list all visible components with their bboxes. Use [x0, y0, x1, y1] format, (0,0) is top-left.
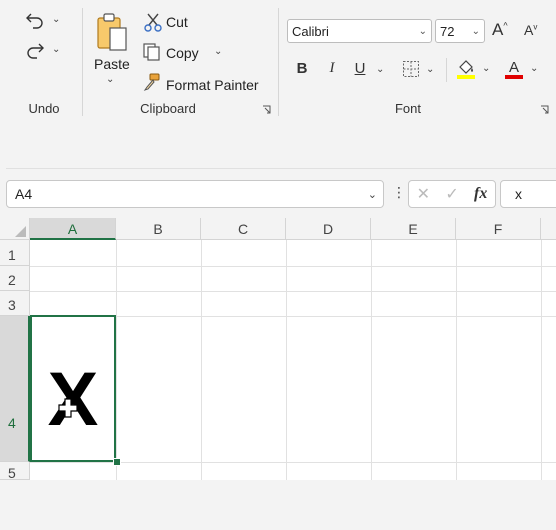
format-painter-button[interactable]: Format Painter	[142, 72, 266, 94]
cut-button[interactable]: Cut	[144, 12, 204, 34]
chevron-down-icon: ⌄	[52, 44, 61, 55]
select-all-icon	[15, 226, 26, 237]
gridline	[201, 240, 202, 480]
font-group-label: Font	[394, 101, 421, 116]
borders-button[interactable]: ⌄	[402, 60, 438, 80]
column-header-b[interactable]: B	[116, 218, 201, 240]
row-header-3[interactable]: 3	[0, 291, 30, 316]
underline-button[interactable]: U	[350, 60, 370, 77]
row-header-4[interactable]: 4	[0, 316, 30, 462]
gridline	[286, 240, 287, 480]
clipboard-group-label: Clipboard	[140, 101, 196, 116]
name-box[interactable]: A4 ⌄	[6, 180, 384, 208]
font-size-dropdown[interactable]: 72 ⌄	[435, 19, 485, 43]
increase-font-size-button[interactable]: A^	[492, 20, 514, 42]
cancel-icon[interactable]: ✕	[417, 184, 430, 204]
column-header-a[interactable]: A	[30, 218, 116, 240]
gridline	[30, 291, 556, 292]
row-header-1[interactable]: 1	[0, 240, 30, 266]
cell-select-cursor-icon	[58, 398, 78, 418]
cut-label: Cut	[166, 14, 188, 30]
paste-label: Paste	[94, 56, 130, 72]
paste-button[interactable]: Paste ⌄	[90, 8, 134, 92]
selected-cell-a4[interactable]	[30, 315, 116, 462]
chevron-down-icon[interactable]: ⌄	[376, 64, 384, 75]
font-size-value: 72	[440, 23, 455, 39]
chevron-down-icon: ⌄	[482, 63, 491, 74]
select-all-corner[interactable]	[0, 218, 30, 240]
name-box-value: A4	[15, 186, 33, 202]
enter-icon[interactable]: ✓	[445, 184, 458, 204]
row-header-5[interactable]: 5	[0, 462, 30, 481]
gridline	[541, 240, 542, 480]
scissors-icon	[144, 13, 162, 32]
fill-bucket-icon	[457, 60, 475, 79]
fill-handle[interactable]	[113, 458, 121, 466]
undo-icon	[26, 13, 43, 29]
ribbon-collapsed-area	[6, 120, 556, 169]
copy-button[interactable]: Copy ⌄	[142, 42, 226, 64]
format-painter-label: Format Painter	[166, 77, 259, 93]
fill-color-button[interactable]: ⌄	[456, 58, 492, 82]
chevron-down-icon: ⌄	[530, 63, 539, 74]
chevron-down-icon: ⌄	[367, 188, 377, 201]
chevron-down-icon: ⌄	[418, 25, 427, 37]
gridline	[371, 240, 372, 480]
decrease-font-icon: Av	[524, 22, 538, 38]
font-color-icon: A	[505, 59, 523, 79]
font-name-value: Calibri	[292, 23, 329, 39]
column-header-f[interactable]: F	[456, 218, 541, 240]
more-options-icon[interactable]: ⋮	[392, 184, 406, 201]
copy-label: Copy	[166, 45, 199, 61]
gridline	[116, 240, 117, 480]
chevron-down-icon: ⌄	[106, 74, 115, 85]
svg-text:A: A	[509, 59, 519, 76]
column-header-d[interactable]: D	[286, 218, 371, 240]
undo-group-label: Undo	[28, 101, 60, 116]
borders-icon	[403, 61, 419, 77]
gridline	[456, 240, 457, 480]
dialog-launcher-icon[interactable]	[540, 103, 550, 114]
dialog-launcher-icon[interactable]	[262, 103, 272, 114]
redo-icon	[27, 43, 44, 59]
row-header-2[interactable]: 2	[0, 266, 30, 291]
toolbar-divider	[446, 58, 447, 82]
paintbrush-icon	[143, 73, 160, 91]
redo-button[interactable]: ⌄	[24, 40, 64, 62]
insert-function-icon[interactable]: fx	[474, 185, 487, 203]
formula-input[interactable]: x	[500, 180, 556, 208]
ribbon: ⌄ ⌄ Undo Paste ⌄ Cut Copy ⌄ Format Paint…	[0, 0, 556, 122]
chevron-down-icon: ⌄	[214, 46, 223, 57]
column-header-c[interactable]: C	[201, 218, 286, 240]
font-color-button[interactable]: A ⌄	[504, 58, 540, 82]
font-name-dropdown[interactable]: Calibri ⌄	[287, 19, 432, 43]
chevron-down-icon: ⌄	[52, 14, 61, 25]
decrease-font-size-button[interactable]: Av	[524, 22, 546, 44]
chevron-down-icon: ⌄	[471, 25, 480, 37]
group-divider	[82, 8, 83, 116]
column-header-g[interactable]	[541, 218, 556, 240]
bold-button[interactable]: B	[292, 60, 312, 77]
chevron-down-icon: ⌄	[426, 64, 435, 75]
copy-icon	[143, 43, 160, 61]
gridline	[30, 462, 556, 463]
gridline	[30, 266, 556, 267]
paste-icon	[97, 13, 127, 51]
increase-font-icon: A^	[492, 20, 508, 39]
formula-actions: ✕ ✓ fx	[408, 180, 496, 208]
column-header-e[interactable]: E	[371, 218, 456, 240]
undo-button[interactable]: ⌄	[24, 10, 64, 32]
group-divider	[278, 8, 279, 116]
italic-button[interactable]: I	[322, 60, 342, 77]
